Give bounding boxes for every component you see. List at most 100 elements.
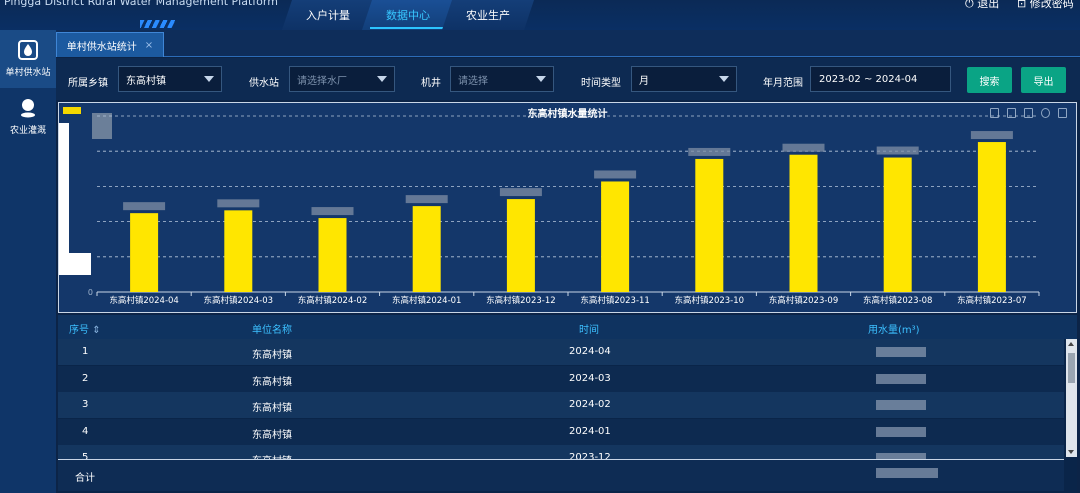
x-tick-label: 东高村镇2023-12: [486, 295, 556, 306]
logout-button[interactable]: ⏻ 退出: [965, 0, 999, 11]
change-password-button[interactable]: ⊡ 修改密码: [1017, 0, 1074, 11]
bar: [224, 210, 253, 292]
col-header-usage: 用水量(m³): [868, 325, 920, 336]
scroll-thumb[interactable]: [1068, 353, 1075, 383]
town-select[interactable]: 东高村镇: [118, 66, 222, 92]
page-tab-bar: 单村供水站统计 ×: [56, 30, 1080, 57]
bar-value-label-obscured: [782, 143, 825, 152]
cell-name: 东高村镇: [252, 350, 292, 361]
cell-no: 1: [82, 346, 89, 357]
bar: [506, 199, 535, 292]
time-type-label: 时间类型: [581, 78, 621, 89]
bar-value-label-obscured: [217, 199, 260, 208]
bar: [318, 218, 347, 292]
close-icon[interactable]: ×: [145, 40, 153, 51]
time-type-select[interactable]: 月: [631, 66, 737, 92]
tab-water-station-stats[interactable]: 单村供水站统计 ×: [56, 32, 164, 57]
cell-time: 2024-03: [569, 372, 611, 384]
x-tick-label: 东高村镇2024-03: [204, 295, 274, 306]
table-row[interactable]: 1 东高村镇 2024-04: [58, 339, 1064, 365]
x-tick-label: 东高村镇2023-07: [957, 295, 1027, 306]
cell-no: 2: [82, 372, 89, 384]
cell-name: 东高村镇: [252, 376, 292, 388]
nav-tab-metering[interactable]: 入户计量: [282, 0, 374, 30]
scroll-down-icon[interactable]: [1068, 450, 1074, 454]
bar-value-label-obscured: [876, 146, 919, 155]
filter-bar: 所属乡镇 东高村镇 供水站 请选择水厂 机井 请选择 时间类型 月 年月范围 2…: [56, 58, 1080, 100]
date-range-picker[interactable]: 2023-02 ~ 2024-04: [810, 66, 951, 92]
table-row[interactable]: 2 东高村镇 2024-03: [58, 365, 1064, 392]
bar-value-label-obscured: [594, 170, 637, 179]
bar: [977, 142, 1006, 292]
well-select[interactable]: 请选择: [450, 66, 554, 92]
chevron-down-icon: [204, 76, 214, 82]
nav-tab-agriculture[interactable]: 农业生产: [442, 0, 534, 30]
app-title: Pingga District Rural Water Management P…: [4, 0, 278, 8]
bar-value-label-obscured: [311, 207, 354, 216]
table-row[interactable]: 3 东高村镇 2024-02: [58, 392, 1064, 418]
nav-tab-data-center[interactable]: 数据中心: [362, 0, 454, 30]
water-station-icon: [18, 40, 38, 60]
cell-time: 2024-02: [569, 399, 611, 410]
x-tick-label: 东高村镇2024-02: [298, 295, 368, 306]
sidebar-item-irrigation[interactable]: 农业灌溉: [0, 88, 56, 146]
chart-panel: 东高村镇水量统计 0 东高村镇2024-04 东高村镇2024-03 东高村镇2024…: [58, 102, 1077, 313]
scroll-up-icon[interactable]: [1068, 342, 1074, 346]
export-button[interactable]: 导出: [1021, 67, 1066, 93]
table-row[interactable]: 4 东高村镇 2024-01: [58, 418, 1064, 445]
range-label: 年月范围: [763, 78, 803, 89]
station-select[interactable]: 请选择水厂: [289, 66, 395, 92]
chevron-down-icon: [719, 76, 729, 82]
bar-value-label-obscured: [970, 131, 1013, 140]
x-tick-label: 东高村镇2024-04: [109, 295, 179, 306]
bar-chart: 0 东高村镇2024-04 东高村镇2024-03 东高村镇2024-02 东高村镇20…: [88, 115, 1040, 306]
cell-usage-obscured: [876, 373, 926, 384]
bar: [883, 157, 912, 292]
y-tick-label: 0: [88, 288, 93, 297]
header-decoration: [140, 20, 175, 28]
chevron-down-icon: [377, 76, 387, 82]
bar: [412, 206, 441, 292]
total-label: 合计: [75, 473, 95, 484]
x-tick-label: 东高村镇2024-01: [392, 295, 462, 306]
x-tick-label: 东高村镇2023-11: [580, 295, 650, 306]
x-tick-label: 东高村镇2023-08: [863, 295, 933, 306]
cell-name: 东高村镇: [252, 429, 292, 441]
total-value-obscured: [876, 468, 938, 478]
town-label: 所属乡镇: [68, 78, 108, 89]
sidebar-item-label: 农业灌溉: [9, 126, 46, 136]
cell-no: 3: [82, 399, 89, 410]
sidebar-item-water-station[interactable]: 单村供水站: [0, 30, 56, 88]
location-pin-icon: [21, 99, 35, 118]
table-header: 序号 ⇕ 单位名称 时间 用水量(m³): [58, 315, 1077, 339]
station-label: 供水站: [249, 78, 279, 89]
bar-value-label-obscured: [123, 202, 166, 211]
bar-value-label-obscured: [499, 188, 542, 197]
sidebar-item-label: 单村供水站: [5, 68, 51, 78]
cell-usage-obscured: [876, 347, 926, 357]
bar: [601, 181, 630, 292]
search-button[interactable]: 搜索: [967, 67, 1012, 93]
cell-no: 4: [82, 425, 89, 437]
sidebar: 单村供水站 农业灌溉: [0, 30, 56, 493]
table-total-row: 合计: [58, 459, 1064, 491]
cell-usage-obscured: [876, 400, 926, 410]
chevron-down-icon: [536, 76, 546, 82]
col-header-time: 时间: [579, 325, 599, 336]
col-header-no[interactable]: 序号 ⇕: [69, 321, 101, 336]
x-tick-label: 东高村镇2023-10: [675, 295, 745, 306]
bar: [789, 154, 818, 292]
bar-value-label-obscured: [405, 195, 448, 204]
cell-usage-obscured: [876, 426, 926, 437]
bar: [695, 158, 724, 292]
cell-name: 东高村镇: [252, 403, 292, 414]
x-tick-label: 东高村镇2023-09: [769, 295, 839, 306]
cell-time: 2024-01: [569, 425, 611, 437]
table-scrollbar[interactable]: [1066, 339, 1077, 457]
col-header-name: 单位名称: [252, 325, 292, 336]
top-header: Pingga District Rural Water Management P…: [0, 0, 1080, 30]
cell-time: 2024-04: [569, 346, 611, 357]
bar-value-label-obscured: [688, 147, 731, 156]
sort-icon[interactable]: ⇕: [92, 325, 100, 336]
data-table: 序号 ⇕ 单位名称 时间 用水量(m³) 1 东高村镇 2024-04 2 东高村镇 20…: [58, 315, 1077, 493]
